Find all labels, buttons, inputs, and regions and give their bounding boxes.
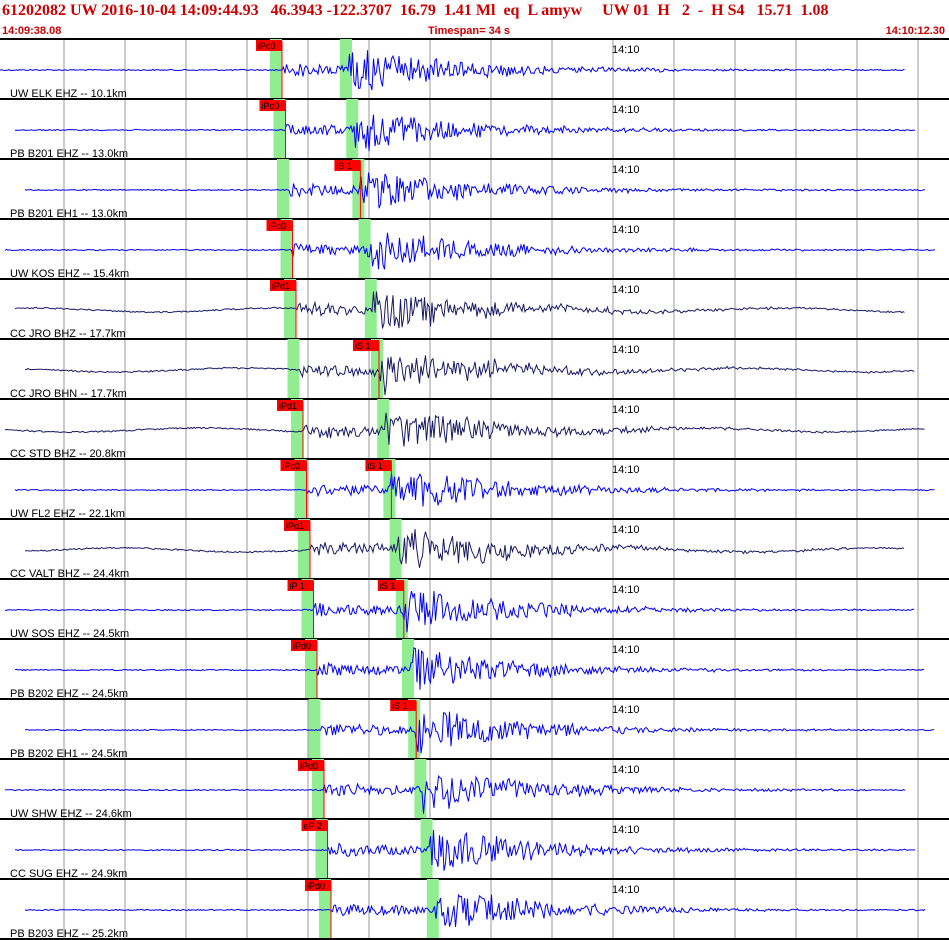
p-window — [308, 699, 321, 759]
minute-marker-label: 14:10 — [612, 44, 640, 56]
minute-marker-label: 14:10 — [612, 884, 640, 896]
p-pick-label: iPd0 — [293, 641, 311, 651]
p-pick-label: iPd0 — [262, 101, 280, 111]
p-pick-label: iPc0 — [283, 461, 301, 471]
p-pick-label: iPd0 — [300, 761, 318, 771]
waveform-trace — [24, 172, 926, 209]
minute-marker-label: 14:10 — [612, 824, 640, 836]
p-pick-label: iPd1 — [272, 281, 290, 291]
minute-marker-label: 14:10 — [612, 764, 640, 776]
minute-marker-label: 14:10 — [612, 524, 640, 536]
p-pick-label: eP 2 — [304, 821, 322, 831]
minute-marker-label: 14:10 — [612, 104, 640, 116]
s-pick-label: iS 1 — [336, 161, 352, 171]
waveform-trace — [24, 893, 926, 927]
minute-marker-label: 14:10 — [612, 224, 640, 236]
p-pick-label: iPd0 — [307, 881, 325, 891]
s-pick-label: iS 1 — [355, 341, 371, 351]
seismogram-panel: 14:10iPc0UW ELK EHZ -- 10.1km14:10iPd0PB… — [0, 38, 949, 940]
p-pick-label: iPc0 — [269, 221, 287, 231]
waveform-trace — [14, 647, 925, 690]
waveform-trace — [0, 50, 905, 91]
s-pick-label: iS 1 — [367, 461, 383, 471]
minute-marker-label: 14:10 — [612, 164, 640, 176]
waveform-trace — [15, 829, 916, 871]
waveform-trace — [14, 291, 905, 329]
waveform-trace — [24, 711, 935, 754]
waveform-trace — [25, 355, 915, 396]
minute-marker-label: 14:10 — [612, 644, 640, 656]
minute-marker-label: 14:10 — [612, 704, 640, 716]
waveform-trace — [24, 529, 905, 568]
waveform-trace — [14, 114, 916, 152]
minute-marker-label: 14:10 — [612, 344, 640, 356]
minute-marker-label: 14:10 — [612, 404, 640, 416]
waveform-trace — [14, 472, 935, 507]
minute-marker-label: 14:10 — [612, 464, 640, 476]
s-pick-label: iS 1 — [392, 701, 408, 711]
s-window — [414, 759, 427, 819]
s-pick-label: iS 1 — [380, 581, 396, 591]
p-pick-label: iPd1 — [286, 521, 304, 531]
waveform-trace — [4, 774, 906, 814]
minute-marker-label: 14:10 — [612, 584, 640, 596]
waveform-trace — [4, 412, 925, 447]
minute-marker-label: 14:10 — [612, 284, 640, 296]
p-pick-label: iPd1 — [279, 401, 297, 411]
p-pick-label: iPc0 — [258, 41, 276, 51]
p-pick-label: iP 1 — [290, 581, 305, 591]
waveform-trace — [4, 590, 915, 633]
